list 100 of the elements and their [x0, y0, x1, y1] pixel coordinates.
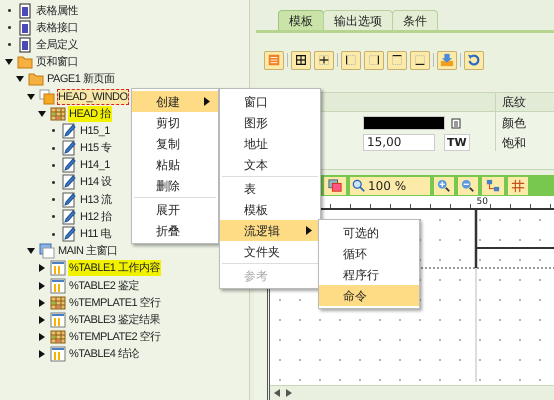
horizontal-scrollbar[interactable] — [270, 385, 554, 400]
menu-item[interactable]: 循环 — [319, 243, 419, 264]
menu-item[interactable]: 删除 — [132, 175, 218, 196]
unit-button[interactable]: TW — [444, 134, 470, 151]
monitor-icon — [39, 243, 55, 260]
tree-item[interactable]: %TABLE1 工作内容 — [68, 260, 161, 276]
menu-item[interactable]: 剪切 — [132, 112, 218, 133]
tree-item[interactable]: HEAD_WINDO — [57, 88, 129, 105]
bullet-icon — [52, 198, 54, 202]
expand-arrow-icon[interactable] — [38, 282, 46, 290]
collapse-arrow-icon[interactable] — [38, 110, 46, 118]
menu-item[interactable]: 地址 — [220, 133, 320, 154]
zoom-out-button[interactable] — [458, 176, 478, 194]
tree-item[interactable]: H13 流 — [79, 192, 113, 208]
collapse-arrow-icon[interactable] — [5, 58, 13, 66]
zoom-in-icon — [437, 178, 451, 192]
tree-item[interactable]: H11 电 — [79, 226, 112, 242]
menu-item[interactable]: 创建 — [132, 91, 218, 112]
menu-item[interactable]: 模板 — [220, 199, 320, 220]
field-label: 饱和 — [502, 136, 526, 151]
tree-item[interactable]: 页和窗口 — [35, 54, 79, 70]
width-field[interactable]: 15,00 — [363, 134, 435, 151]
table-icon — [50, 278, 66, 294]
tab[interactable]: 输出选项 — [323, 10, 393, 30]
document-icon — [17, 36, 33, 53]
scroll-left-icon[interactable] — [274, 389, 280, 397]
tree-item[interactable]: H15 专 — [79, 140, 113, 156]
window-icon — [39, 88, 55, 105]
zoom-out-icon — [461, 178, 475, 192]
picker-icon[interactable] — [451, 118, 461, 128]
expand-arrow-icon[interactable] — [38, 333, 46, 342]
tree-item[interactable]: H14 设 — [79, 174, 113, 190]
tree-item[interactable]: %TABLE2 鉴定 — [68, 278, 140, 294]
tree-item[interactable]: %TEMPLATE2 空行 — [68, 329, 162, 346]
toolbar-button[interactable] — [410, 50, 430, 70]
table-icon — [50, 260, 66, 276]
tree-item[interactable]: HEAD 抬 — [68, 106, 112, 122]
tree-item[interactable]: %TABLE3 鉴定结果 — [68, 312, 161, 328]
expand-arrow-icon[interactable] — [38, 264, 46, 272]
menu-item[interactable]: 程序行 — [319, 264, 419, 285]
tree-item[interactable]: 表格属性 — [35, 2, 79, 19]
menu-item[interactable]: 粘贴 — [132, 154, 218, 175]
tree-item[interactable]: H15_1 — [79, 122, 111, 139]
bullet-icon — [52, 164, 54, 167]
menu-item[interactable]: 文本 — [220, 154, 320, 175]
toolbar-button[interactable] — [324, 176, 346, 194]
folder-icon — [28, 71, 44, 88]
toolbar-button[interactable] — [314, 50, 334, 70]
bullet-icon — [52, 215, 54, 218]
zoom-dropdown[interactable]: 100 % — [350, 176, 430, 194]
tab[interactable]: 模板 — [278, 10, 324, 30]
pencil-page-icon — [61, 208, 77, 225]
bullet-icon — [8, 26, 10, 30]
collapse-arrow-icon[interactable] — [27, 247, 35, 256]
tree-item[interactable]: H12 抬 — [79, 208, 113, 225]
network-icon — [486, 178, 500, 192]
toolbar-button[interactable] — [291, 50, 311, 70]
tree-item[interactable]: 全局定义 — [35, 36, 79, 53]
toolbar-button[interactable] — [341, 50, 361, 70]
scroll-right-icon[interactable] — [286, 389, 292, 397]
toolbar-button[interactable] — [364, 50, 384, 70]
expand-arrow-icon[interactable] — [38, 350, 46, 358]
menu-item[interactable]: 展开 — [132, 199, 218, 220]
menu-item[interactable]: 图形 — [220, 112, 320, 133]
bullet-icon — [52, 180, 54, 184]
collapse-arrow-icon[interactable] — [27, 92, 35, 101]
expand-arrow-icon[interactable] — [38, 298, 46, 307]
color-swatch[interactable] — [363, 116, 445, 130]
expand-arrow-icon[interactable] — [38, 316, 46, 324]
menu-item[interactable]: 文件夹 — [220, 241, 320, 262]
menu-item[interactable]: 折叠 — [132, 220, 218, 241]
tree-item[interactable]: PAGE1 新页面 — [46, 71, 116, 88]
tree-item[interactable]: H14_1 — [79, 157, 111, 174]
border-icon — [390, 53, 404, 67]
border-icon — [317, 53, 331, 67]
tree-item[interactable]: 表格接口 — [35, 20, 79, 36]
grid-icon — [50, 329, 66, 346]
tab[interactable]: 条件 — [392, 10, 438, 30]
menu-item[interactable]: 复制 — [132, 133, 218, 154]
field-label: 颜色 — [502, 116, 526, 131]
menu-item[interactable]: 表 — [220, 178, 320, 199]
download-icon — [440, 53, 454, 67]
tree-item[interactable]: MAIN 主窗口 — [57, 243, 119, 260]
collapse-arrow-icon[interactable] — [16, 75, 24, 84]
undo-icon — [467, 53, 481, 67]
list-icon — [267, 53, 281, 67]
grid-button[interactable] — [508, 176, 528, 194]
menu-item[interactable]: 命令 — [319, 285, 419, 306]
tree-item[interactable]: %TABLE4 结论 — [68, 346, 140, 362]
menu-item[interactable]: 可选的 — [319, 222, 419, 243]
document-icon — [17, 20, 33, 36]
zoom-in-button[interactable] — [434, 176, 454, 194]
document-icon — [17, 2, 33, 19]
pencil-page-icon — [61, 157, 77, 174]
menu-item[interactable]: 窗口 — [220, 91, 320, 112]
tree-item[interactable]: %TEMPLATE1 空行 — [68, 294, 162, 311]
toolbar-button[interactable] — [387, 50, 407, 70]
border-icon — [344, 53, 358, 67]
grid-icon — [50, 294, 66, 311]
menu-item[interactable]: 流逻辑 — [220, 220, 320, 241]
